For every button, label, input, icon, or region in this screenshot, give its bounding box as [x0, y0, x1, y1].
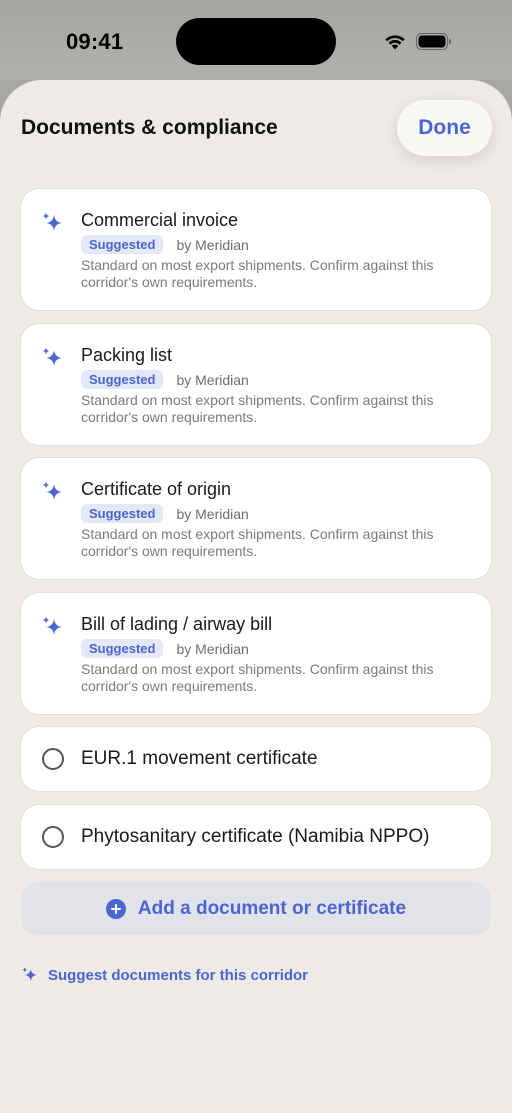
- sparkle-icon: [42, 481, 62, 500]
- page-title: Documents & compliance: [21, 116, 278, 139]
- suggested-doc-card[interactable]: Commercial invoice Suggested by Meridian…: [21, 189, 491, 310]
- suggested-doc-card[interactable]: Packing list Suggested by Meridian Stand…: [21, 324, 491, 445]
- sparkle-icon: [42, 347, 62, 366]
- plus-circle-icon: [105, 898, 126, 919]
- doc-description: Standard on most export shipments. Confi…: [81, 392, 434, 425]
- doc-row-eur1[interactable]: EUR.1 movement certificate: [21, 727, 491, 791]
- dynamic-island: [176, 18, 336, 65]
- doc-description: Standard on most export shipments. Confi…: [81, 661, 434, 694]
- add-document-button[interactable]: Add a document or certificate: [21, 882, 491, 935]
- suggested-badge: Suggested: [81, 370, 164, 389]
- documents-sheet: Documents & compliance Done Commercial i…: [0, 80, 512, 1113]
- sparkle-icon: [42, 616, 62, 635]
- status-bar: 09:41: [0, 0, 512, 80]
- doc-title: EUR.1 movement certificate: [81, 748, 318, 769]
- suggested-by-label: by Meridian: [176, 371, 249, 388]
- suggested-by-label: by Meridian: [176, 505, 249, 522]
- suggested-doc-card[interactable]: Bill of lading / airway bill Suggested b…: [21, 593, 491, 714]
- add-document-label: Add a document or certificate: [137, 897, 407, 919]
- doc-title: Phytosanitary certificate (Namibia NPPO): [81, 826, 430, 847]
- doc-description: Standard on most export shipments. Confi…: [81, 526, 434, 559]
- doc-title: Bill of lading / airway bill: [81, 614, 273, 634]
- status-time: 09:41: [66, 29, 124, 54]
- suggested-badge: Suggested: [81, 639, 164, 658]
- suggest-documents-link[interactable]: Suggest documents for this corridor: [21, 966, 308, 984]
- sparkle-icon: [22, 967, 37, 981]
- doc-row-phytosanitary[interactable]: Phytosanitary certificate (Namibia NPPO): [21, 805, 491, 869]
- doc-title: Packing list: [81, 345, 173, 365]
- battery-icon: [416, 33, 451, 50]
- doc-title: Certificate of origin: [81, 479, 232, 499]
- done-button[interactable]: Done: [397, 100, 492, 156]
- suggested-badge: Suggested: [81, 235, 164, 254]
- doc-title: Commercial invoice: [81, 210, 239, 230]
- radio-button[interactable]: [42, 748, 64, 770]
- doc-description: Standard on most export shipments. Confi…: [81, 257, 434, 290]
- sparkle-icon: [42, 212, 62, 231]
- suggested-badge: Suggested: [81, 504, 164, 523]
- radio-button[interactable]: [42, 826, 64, 848]
- wifi-icon: [385, 35, 405, 50]
- suggest-documents-label: Suggest documents for this corridor: [48, 966, 309, 984]
- suggested-by-label: by Meridian: [176, 640, 249, 657]
- suggested-doc-card[interactable]: Certificate of origin Suggested by Merid…: [21, 458, 491, 579]
- suggested-by-label: by Meridian: [176, 236, 249, 253]
